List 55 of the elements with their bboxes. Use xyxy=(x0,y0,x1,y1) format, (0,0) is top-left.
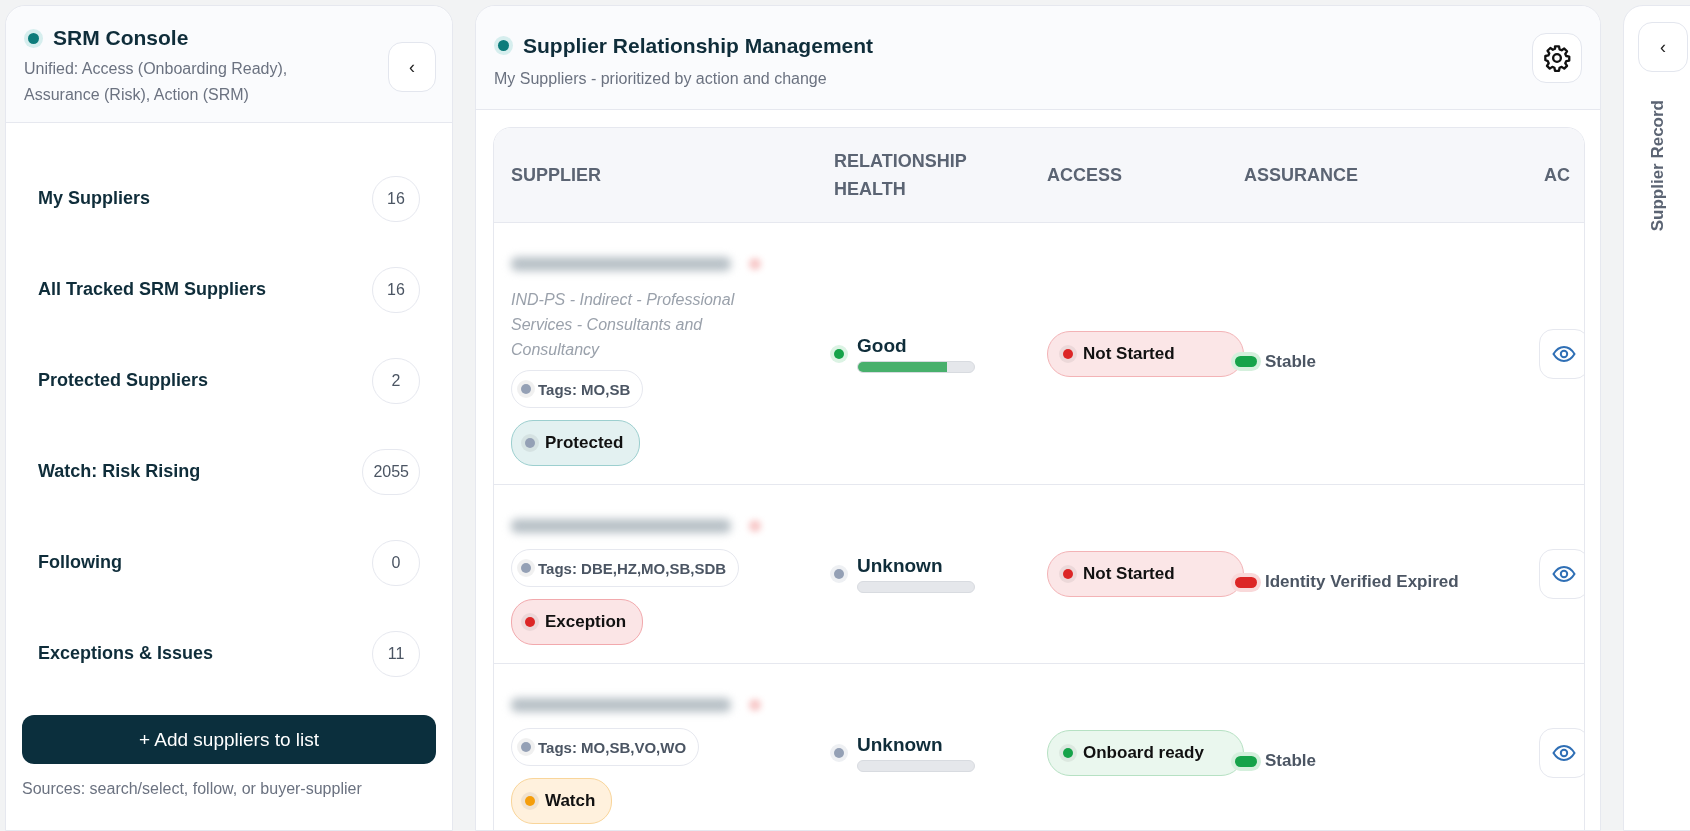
add-suppliers-button[interactable]: + Add suppliers to list xyxy=(22,715,436,764)
redacted-mark xyxy=(749,520,761,532)
settings-icon xyxy=(1543,43,1571,72)
health-dot-icon xyxy=(834,748,844,758)
assurance-label: Stable xyxy=(1265,351,1317,372)
eye-icon xyxy=(1552,744,1576,762)
health-dot-icon xyxy=(834,569,844,579)
panel-subtitle: Unified: Access (Onboarding Ready), Assurance (Risk), Action (SRM) xyxy=(24,59,289,105)
redacted-mark xyxy=(749,699,761,711)
assurance-label: Stable xyxy=(1265,751,1317,771)
column-header: SUPPLIER xyxy=(510,164,603,187)
sidebar-item[interactable]: Protected Suppliers 2 xyxy=(38,335,420,426)
collapse-button[interactable]: ‹ xyxy=(388,42,436,92)
access-badge: Not Started xyxy=(1047,551,1244,597)
settings-button[interactable] xyxy=(1532,32,1582,83)
sidebar-item[interactable]: Exceptions & Issues 11 xyxy=(38,608,420,699)
redacted-mark xyxy=(749,258,761,270)
sidebar-item-label: Protected Suppliers xyxy=(38,370,209,391)
assurance-label: Identity Verified Expired xyxy=(1265,572,1459,592)
status-badge: Protected xyxy=(511,420,641,466)
sidebar-item-label: Following xyxy=(38,552,122,573)
health-label: Unknown xyxy=(857,734,944,756)
sources-note: Sources: search/select, follow, or buyer-supplier xyxy=(21,779,363,799)
sidebar-item-label: My Suppliers xyxy=(38,188,151,209)
status-dot-icon xyxy=(498,40,509,51)
health-label: Good xyxy=(857,334,908,357)
sidebar-item[interactable]: Following 0 xyxy=(38,517,420,608)
status-badge: Watch xyxy=(511,778,613,824)
sidebar-item[interactable]: My Suppliers 16 xyxy=(38,153,420,244)
page-title: Supplier Relationship Management xyxy=(523,33,874,58)
sidebar-item[interactable]: Watch: Risk Rising 2055 xyxy=(38,426,420,517)
category-text: IND-PS - Indirect - Professional Services - Consultants and Consultancy xyxy=(511,290,736,360)
eye-icon xyxy=(1552,344,1576,363)
sidebar-item-label: Exceptions & Issues xyxy=(38,643,214,664)
access-badge: Not Started xyxy=(1047,330,1244,377)
status-badge: Exception xyxy=(511,599,644,645)
eye-icon xyxy=(1552,565,1576,583)
column-header: RELATIONSHIP HEALTH xyxy=(833,150,968,201)
view-button[interactable] xyxy=(1539,728,1584,778)
view-button[interactable] xyxy=(1539,328,1584,379)
panel-title: Supplier Record xyxy=(1648,100,1668,232)
column-header: ASSURANCE xyxy=(1243,164,1359,187)
view-button[interactable] xyxy=(1539,549,1584,599)
access-badge: Onboard ready xyxy=(1047,730,1244,776)
status-dot-icon xyxy=(28,32,39,44)
collapse-button[interactable]: ‹ xyxy=(1638,22,1688,72)
column-header: AC xyxy=(1543,164,1571,187)
health-label: Unknown xyxy=(857,555,944,577)
sidebar-item-label: All Tracked SRM Suppliers xyxy=(38,279,267,300)
column-header: ACCESS xyxy=(1046,164,1123,187)
health-dot-icon xyxy=(834,348,844,359)
sidebar-item[interactable]: All Tracked SRM Suppliers 16 xyxy=(38,244,420,335)
sidebar-item-label: Watch: Risk Rising xyxy=(38,461,201,482)
page-subtitle: My Suppliers - prioritized by action and change xyxy=(494,68,828,89)
panel-title: SRM Console xyxy=(53,26,189,50)
